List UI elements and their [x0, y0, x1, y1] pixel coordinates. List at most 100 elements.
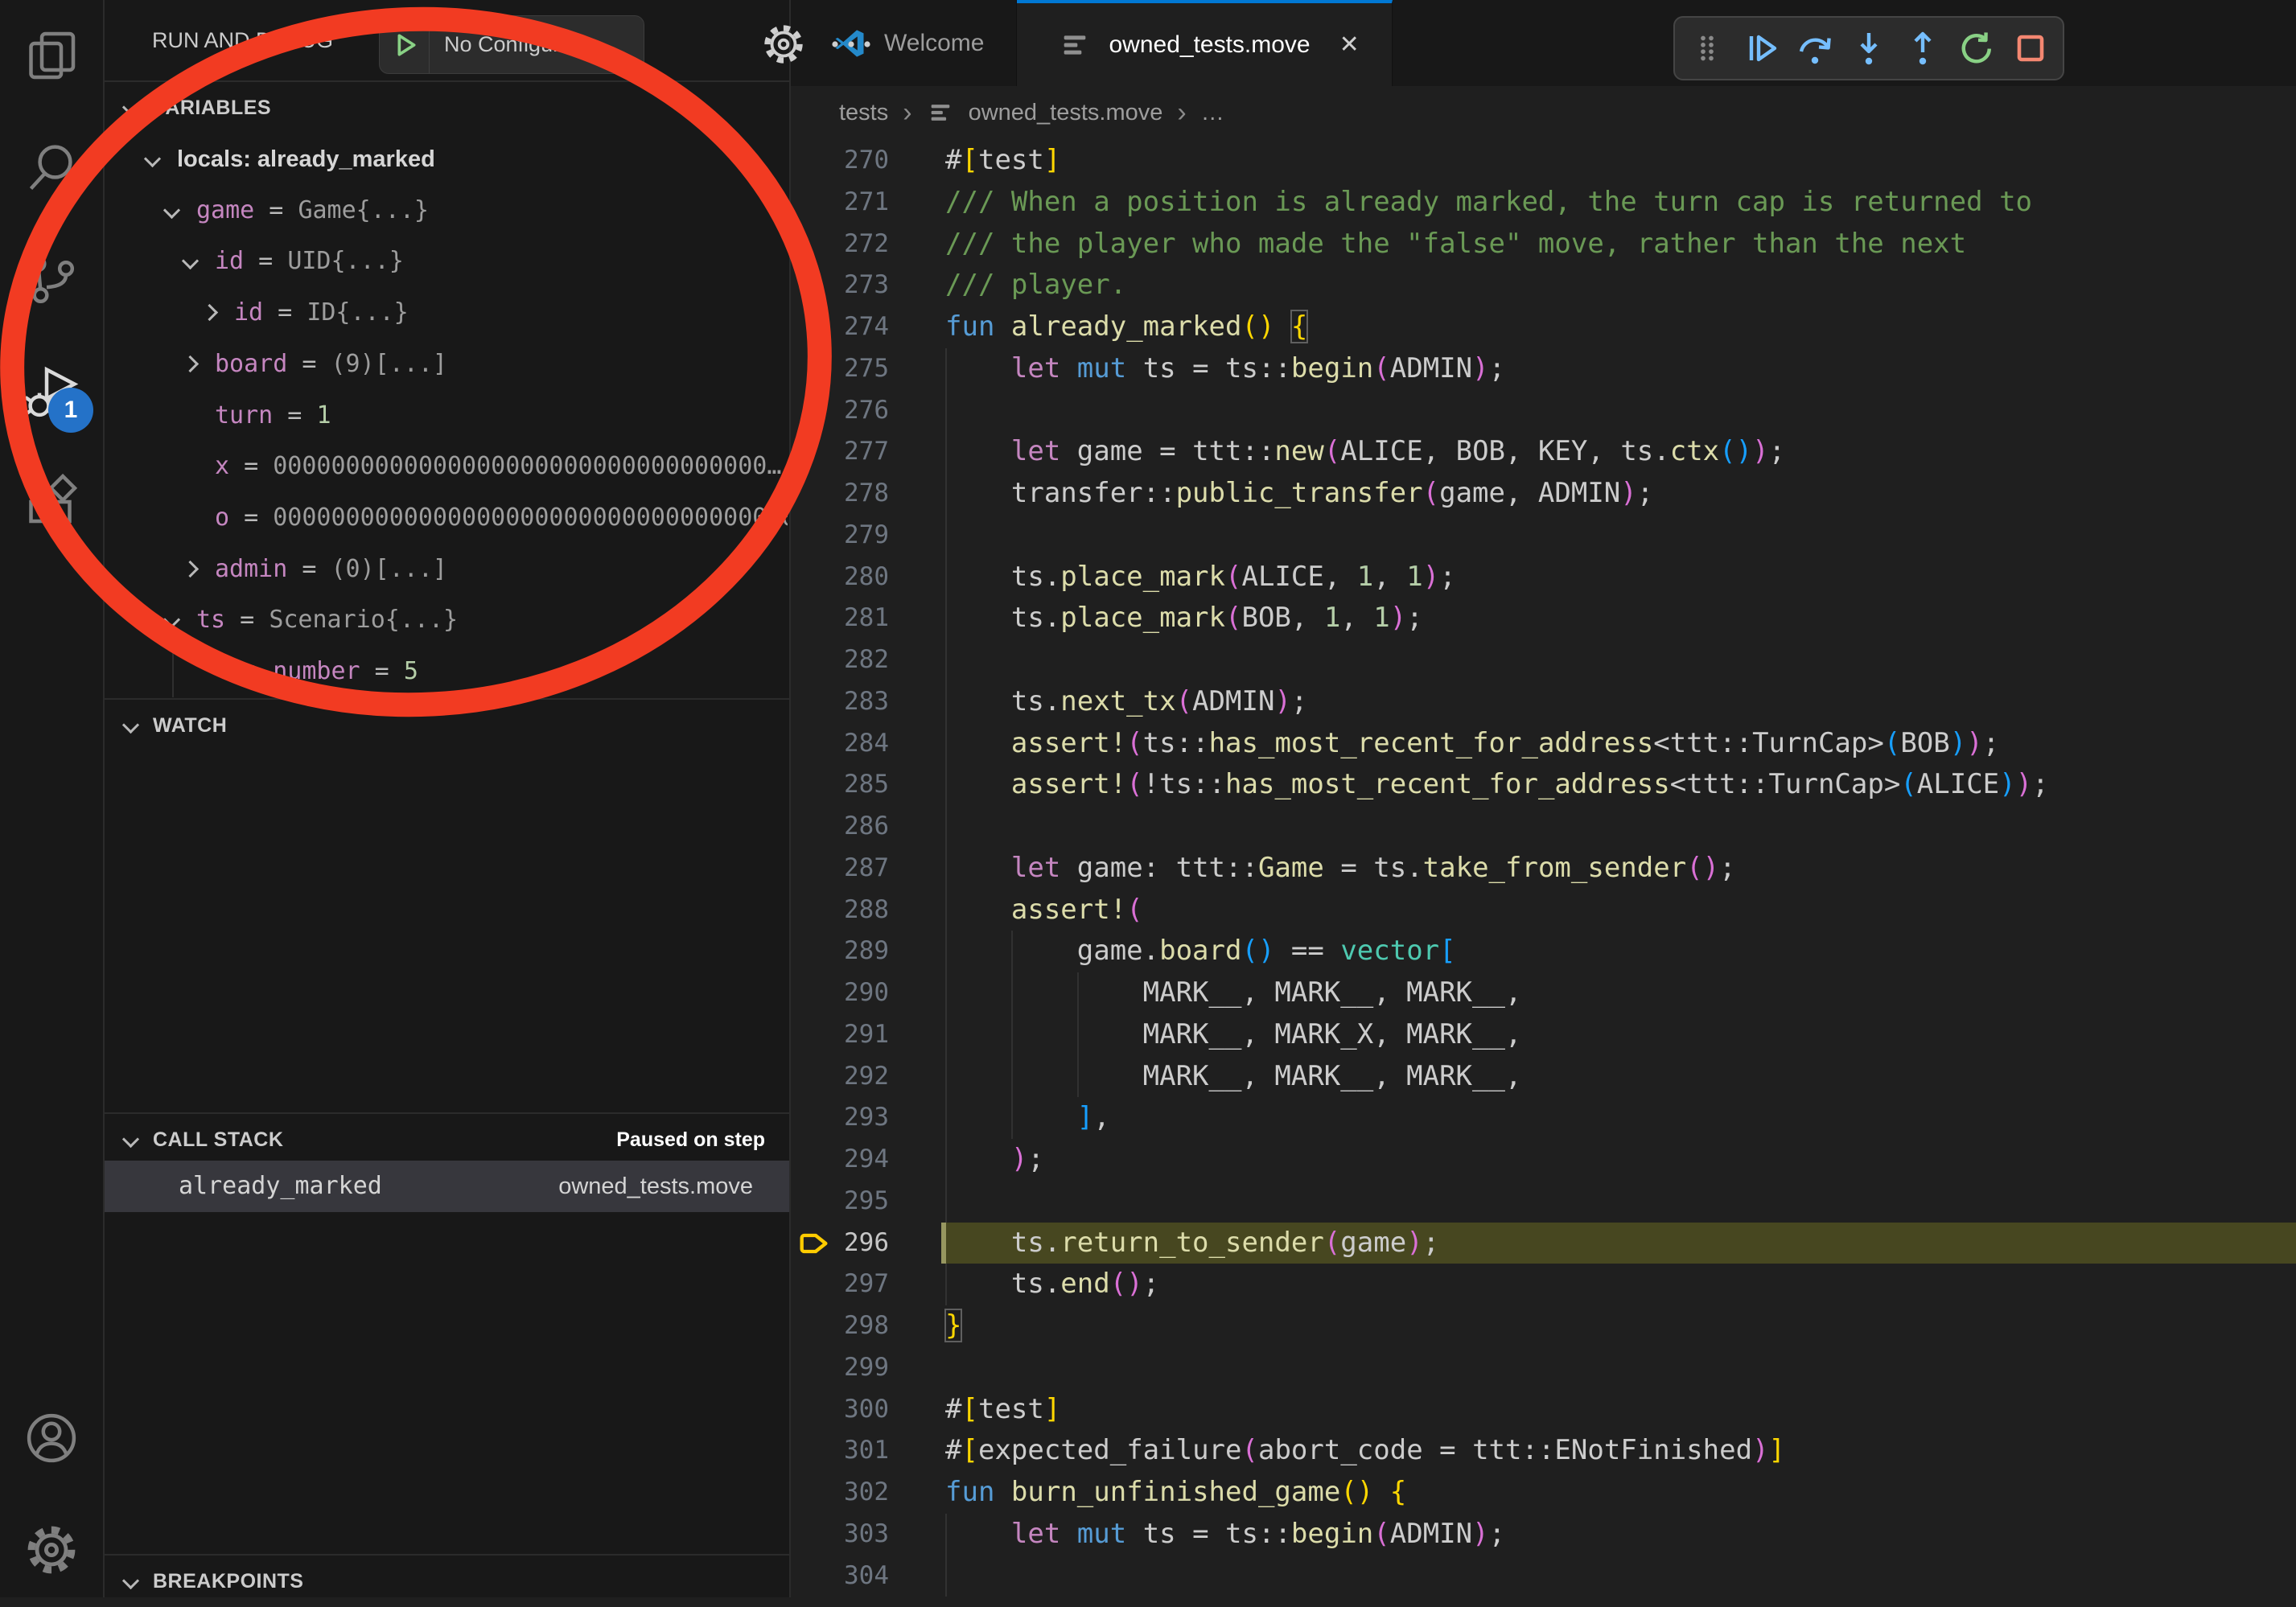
code-line[interactable]: 299	[791, 1347, 2296, 1389]
line-number[interactable]: 300	[791, 1389, 889, 1431]
line-number[interactable]: 302	[791, 1472, 889, 1514]
source-control-icon[interactable]	[23, 249, 80, 307]
breadcrumb-item[interactable]: …	[1201, 100, 1224, 126]
line-number[interactable]: 272	[791, 224, 889, 265]
line-number[interactable]: 280	[791, 557, 889, 598]
line-number[interactable]: 295	[791, 1181, 889, 1223]
line-number[interactable]: 284	[791, 723, 889, 765]
code-line[interactable]: 288 assert!(	[791, 890, 2296, 931]
chevron-down-icon[interactable]	[144, 150, 161, 167]
chevron-down-icon[interactable]	[182, 253, 199, 269]
line-number[interactable]: 270	[791, 140, 889, 182]
variable-row[interactable]: txn_number = 5	[105, 646, 789, 697]
code-line-current[interactable]: 296 ts.return_to_sender(game);	[791, 1223, 2296, 1264]
drag-handle-icon[interactable]	[1686, 27, 1728, 69]
more-actions-icon[interactable]	[829, 31, 874, 58]
code-line[interactable]: 295	[791, 1181, 2296, 1223]
code-line[interactable]: 279	[791, 515, 2296, 557]
code-line[interactable]: 281 ts.place_mark(BOB, 1, 1);	[791, 598, 2296, 639]
code-line[interactable]: 287 let game: ttt::Game = ts.take_from_s…	[791, 848, 2296, 890]
code-line[interactable]: 290 MARK__, MARK__, MARK__,	[791, 972, 2296, 1014]
call-stack-section-header[interactable]: CALL STACK Paused on step	[105, 1114, 789, 1165]
breadcrumb-item[interactable]: tests	[839, 100, 888, 126]
step-into-icon[interactable]	[1848, 27, 1890, 69]
code-line[interactable]: 274fun already_marked() {	[791, 306, 2296, 348]
code-line[interactable]: 277 let game = ttt::new(ALICE, BOB, KEY,…	[791, 431, 2296, 473]
line-number[interactable]: 276	[791, 390, 889, 432]
code-line[interactable]: 289 game.board() == vector[	[791, 931, 2296, 972]
variable-row[interactable]: x = 0000000000000000000000000000000000…	[105, 441, 789, 492]
line-number[interactable]: 292	[791, 1056, 889, 1098]
breadcrumb-item[interactable]: owned_tests.move	[969, 100, 1163, 126]
line-number[interactable]: 288	[791, 890, 889, 931]
continue-icon[interactable]	[1740, 27, 1782, 69]
variable-row[interactable]: admin = (0)[...]	[105, 544, 789, 595]
settings-gear-icon[interactable]	[23, 1521, 80, 1579]
line-number[interactable]: 289	[791, 931, 889, 972]
step-out-icon[interactable]	[1902, 27, 1944, 69]
scope-row[interactable]: locals: already_marked	[105, 134, 789, 185]
line-number[interactable]: 293	[791, 1097, 889, 1139]
line-number[interactable]: 303	[791, 1514, 889, 1556]
code-line[interactable]: 270#[test]	[791, 140, 2296, 182]
line-number[interactable]: 285	[791, 764, 889, 806]
restart-icon[interactable]	[1956, 27, 1998, 69]
close-icon[interactable]: ✕	[1339, 31, 1360, 59]
code-line[interactable]: 282	[791, 639, 2296, 681]
line-number[interactable]: 282	[791, 639, 889, 681]
code-line[interactable]: 294 );	[791, 1139, 2296, 1181]
line-number[interactable]: 286	[791, 806, 889, 848]
breakpoints-section-header[interactable]: BREAKPOINTS	[105, 1556, 789, 1607]
code-line[interactable]: 304	[791, 1556, 2296, 1597]
line-number[interactable]: 299	[791, 1347, 889, 1389]
code-line[interactable]: 298}	[791, 1305, 2296, 1347]
line-number[interactable]: 274	[791, 306, 889, 348]
code-line[interactable]: 300#[test]	[791, 1389, 2296, 1431]
launch-config-dropdown[interactable]: No Configurations	[379, 15, 644, 74]
line-number[interactable]: 277	[791, 431, 889, 473]
code-line[interactable]: 275 let mut ts = ts::begin(ADMIN);	[791, 348, 2296, 390]
variable-row[interactable]: turn = 1	[105, 390, 789, 442]
stop-icon[interactable]	[2010, 27, 2051, 69]
breadcrumb[interactable]: tests›owned_tests.move›…	[791, 86, 2296, 139]
line-number[interactable]: 275	[791, 348, 889, 390]
line-number[interactable]: 304	[791, 1556, 889, 1597]
line-number[interactable]: 297	[791, 1264, 889, 1305]
code-line[interactable]: 297 ts.end();	[791, 1264, 2296, 1305]
chevron-down-icon[interactable]	[163, 202, 180, 219]
code-line[interactable]: 271/// When a position is already marked…	[791, 182, 2296, 224]
line-number[interactable]: 273	[791, 265, 889, 306]
line-number[interactable]: 290	[791, 972, 889, 1014]
variable-row[interactable]: game = Game{...}	[105, 185, 789, 236]
code-line[interactable]: 280 ts.place_mark(ALICE, 1, 1);	[791, 557, 2296, 598]
code-line[interactable]: 276	[791, 390, 2296, 432]
code-line[interactable]: 301#[expected_failure(abort_code = ttt::…	[791, 1430, 2296, 1472]
variable-row[interactable]: o = 000000000000000000000000000000000000…	[105, 492, 789, 544]
variables-section-header[interactable]: VARIABLES	[105, 82, 789, 134]
line-number[interactable]: 301	[791, 1430, 889, 1472]
variable-row[interactable]: board = (9)[...]	[105, 339, 789, 390]
extensions-icon[interactable]	[23, 473, 80, 531]
chevron-down-icon[interactable]	[163, 611, 180, 628]
chevron-right-icon[interactable]	[201, 304, 218, 321]
line-number[interactable]: 278	[791, 473, 889, 515]
code-line[interactable]: 273/// player.	[791, 265, 2296, 306]
variable-row[interactable]: ts = Scenario{...}	[105, 594, 789, 646]
call-stack-frame[interactable]: already_markedowned_tests.move	[105, 1161, 789, 1212]
line-number[interactable]: 279	[791, 515, 889, 557]
line-number[interactable]: 296	[791, 1223, 889, 1264]
line-number[interactable]: 281	[791, 598, 889, 639]
code-line[interactable]: 303 let mut ts = ts::begin(ADMIN);	[791, 1514, 2296, 1556]
code-line[interactable]: 284 assert!(ts::has_most_recent_for_addr…	[791, 723, 2296, 765]
debug-settings-gear-icon[interactable]	[760, 21, 807, 68]
line-number[interactable]: 291	[791, 1014, 889, 1056]
step-over-icon[interactable]	[1794, 27, 1836, 69]
code-line[interactable]: 283 ts.next_tx(ADMIN);	[791, 681, 2296, 723]
chevron-right-icon[interactable]	[182, 560, 199, 577]
tab-welcome[interactable]: Welcome	[791, 0, 1017, 86]
chevron-right-icon[interactable]	[182, 356, 199, 372]
code-line[interactable]: 285 assert!(!ts::has_most_recent_for_add…	[791, 764, 2296, 806]
code-line[interactable]: 291 MARK__, MARK_X, MARK__,	[791, 1014, 2296, 1056]
code-line[interactable]: 272/// the player who made the "false" m…	[791, 224, 2296, 265]
code-line[interactable]: 292 MARK__, MARK__, MARK__,	[791, 1056, 2296, 1098]
